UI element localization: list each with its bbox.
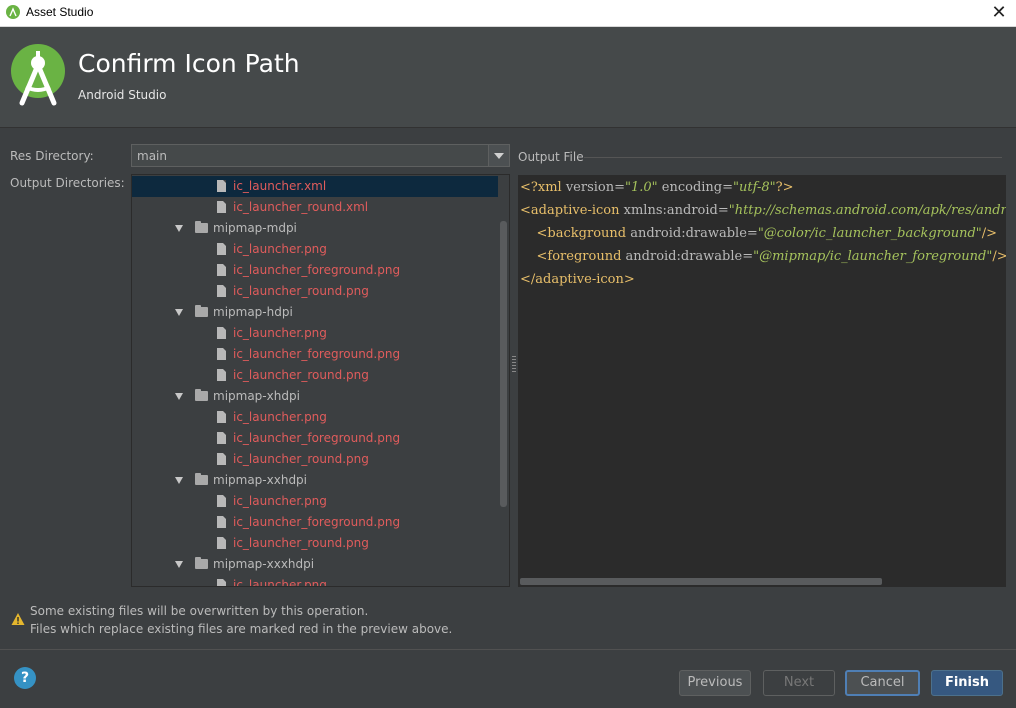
file-name: ic_launcher_round.png: [233, 536, 369, 550]
tree-file-row[interactable]: ic_launcher_round.xml: [132, 197, 498, 218]
file-name: ic_launcher_foreground.png: [233, 347, 401, 361]
tree-file-row[interactable]: ic_launcher_foreground.png: [132, 344, 498, 365]
file-name: ic_launcher_foreground.png: [233, 263, 401, 277]
file-icon: [217, 432, 226, 444]
footer-divider: [0, 649, 1016, 650]
file-icon: [217, 264, 226, 276]
file-name: ic_launcher.png: [233, 242, 327, 256]
file-icon: [217, 201, 226, 213]
code-line: <background android:drawable="@color/ic_…: [536, 226, 998, 241]
close-icon[interactable]: ✕: [988, 2, 1010, 24]
res-directory-label: Res Directory:: [10, 149, 94, 163]
folder-icon: [195, 221, 208, 233]
expand-arrow-icon[interactable]: [175, 477, 183, 484]
folder-name: mipmap-xxxhdpi: [213, 557, 315, 571]
file-name: ic_launcher.png: [233, 494, 327, 508]
output-directories-tree[interactable]: ic_launcher.xml ic_launcher_round.xmlmipm…: [131, 174, 510, 587]
tree-file-row[interactable]: ic_launcher.png: [132, 239, 498, 260]
folder-name: mipmap-hdpi: [213, 305, 293, 319]
res-directory-value: main: [137, 149, 167, 163]
warning-text: Some existing files will be overwritten …: [30, 604, 369, 618]
folder-name: mipmap-xhdpi: [213, 389, 300, 403]
res-directory-dropdown[interactable]: main: [131, 144, 510, 167]
file-name: ic_launcher_foreground.png: [233, 431, 401, 445]
tree-folder-row[interactable]: mipmap-xxxhdpi: [132, 554, 498, 575]
output-file-label: Output File: [518, 150, 584, 164]
warning-icon: [11, 613, 25, 625]
file-icon: [217, 495, 226, 507]
file-name: ic_launcher.png: [233, 578, 327, 587]
tree-file-row[interactable]: ic_launcher.png: [132, 407, 498, 428]
cancel-button[interactable]: Cancel: [845, 670, 920, 696]
file-name: ic_launcher_round.xml: [233, 200, 369, 214]
tree-file-row[interactable]: ic_launcher_foreground.png: [132, 260, 498, 281]
help-icon[interactable]: ?: [14, 667, 36, 689]
folder-name: mipmap-xxhdpi: [213, 473, 308, 487]
tree-file-row[interactable]: ic_launcher_foreground.png: [132, 512, 498, 533]
output-file-preview[interactable]: <?xml version="1.0" encoding="utf-8"?> <…: [518, 175, 1006, 587]
tree-file-row[interactable]: ic_launcher_round.png: [132, 281, 498, 302]
tree-folder-row[interactable]: mipmap-hdpi: [132, 302, 498, 323]
expand-arrow-icon[interactable]: [175, 561, 183, 568]
file-name: ic_launcher_foreground.png: [233, 515, 401, 529]
expand-arrow-icon[interactable]: [175, 309, 183, 316]
code-line: <adaptive-icon xmlns:android="http://sch…: [520, 203, 1006, 218]
file-name: ic_launcher_round.png: [233, 284, 369, 298]
file-icon: [217, 579, 226, 586]
expand-arrow-icon[interactable]: [175, 393, 183, 400]
folder-icon: [195, 305, 208, 317]
file-name: ic_launcher_round.png: [233, 452, 369, 466]
android-studio-icon: [6, 5, 20, 19]
output-directories-label: Output Directories:: [10, 176, 125, 190]
tree-file-row[interactable]: ic_launcher.xml: [132, 176, 498, 197]
tree-file-row[interactable]: ic_launcher.png: [132, 575, 498, 587]
file-icon: [217, 285, 226, 297]
file-icon: [217, 243, 226, 255]
code-line: <?xml version="1.0" encoding="utf-8"?>: [520, 180, 794, 195]
file-icon: [217, 537, 226, 549]
file-icon: [217, 411, 226, 423]
splitter-handle[interactable]: [512, 356, 516, 374]
tree-file-row[interactable]: ic_launcher_round.png: [132, 365, 498, 386]
file-name: ic_launcher.png: [233, 326, 327, 340]
tree-file-row[interactable]: ic_launcher_round.png: [132, 449, 498, 470]
next-button[interactable]: Next: [763, 670, 835, 696]
file-name: ic_launcher.xml: [233, 179, 327, 193]
code-line: </adaptive-icon>: [520, 272, 635, 287]
code-line: <foreground android:drawable="@mipmap/ic…: [536, 249, 1006, 264]
tree-folder-row[interactable]: mipmap-mdpi: [132, 218, 498, 239]
finish-button[interactable]: Finish: [931, 670, 1003, 696]
folder-name: mipmap-mdpi: [213, 221, 297, 235]
file-icon: [217, 369, 226, 381]
folder-icon: [195, 557, 208, 569]
expand-arrow-icon[interactable]: [175, 225, 183, 232]
tree-folder-row[interactable]: mipmap-xxhdpi: [132, 470, 498, 491]
tree-file-row[interactable]: ic_launcher.png: [132, 491, 498, 512]
output-file-separator: [584, 157, 1002, 158]
editor-horizontal-scrollbar[interactable]: [520, 578, 882, 585]
window-title: Asset Studio: [26, 5, 94, 19]
tree-file-row[interactable]: ic_launcher.png: [132, 323, 498, 344]
file-icon: [217, 516, 226, 528]
warning-detail-text: Files which replace existing files are m…: [30, 622, 453, 636]
tree-folder-row[interactable]: mipmap-xhdpi: [132, 386, 498, 407]
dropdown-arrow-icon[interactable]: [488, 145, 509, 166]
file-name: ic_launcher.png: [233, 410, 327, 424]
file-icon: [217, 453, 226, 465]
page-title: Confirm Icon Path: [78, 49, 300, 78]
file-name: ic_launcher_round.png: [233, 368, 369, 382]
file-icon: [217, 327, 226, 339]
tree-scrollbar[interactable]: [500, 221, 507, 507]
file-icon: [217, 180, 226, 192]
android-studio-logo-icon: [11, 44, 65, 106]
tree-file-row[interactable]: ic_launcher_round.png: [132, 533, 498, 554]
window-titlebar: Asset Studio ✕: [0, 0, 1016, 27]
wizard-header: Confirm Icon Path Android Studio: [0, 27, 1016, 128]
previous-button[interactable]: Previous: [679, 670, 751, 696]
folder-icon: [195, 389, 208, 401]
file-icon: [217, 348, 226, 360]
tree-file-row[interactable]: ic_launcher_foreground.png: [132, 428, 498, 449]
page-subtitle: Android Studio: [78, 88, 167, 102]
folder-icon: [195, 473, 208, 485]
